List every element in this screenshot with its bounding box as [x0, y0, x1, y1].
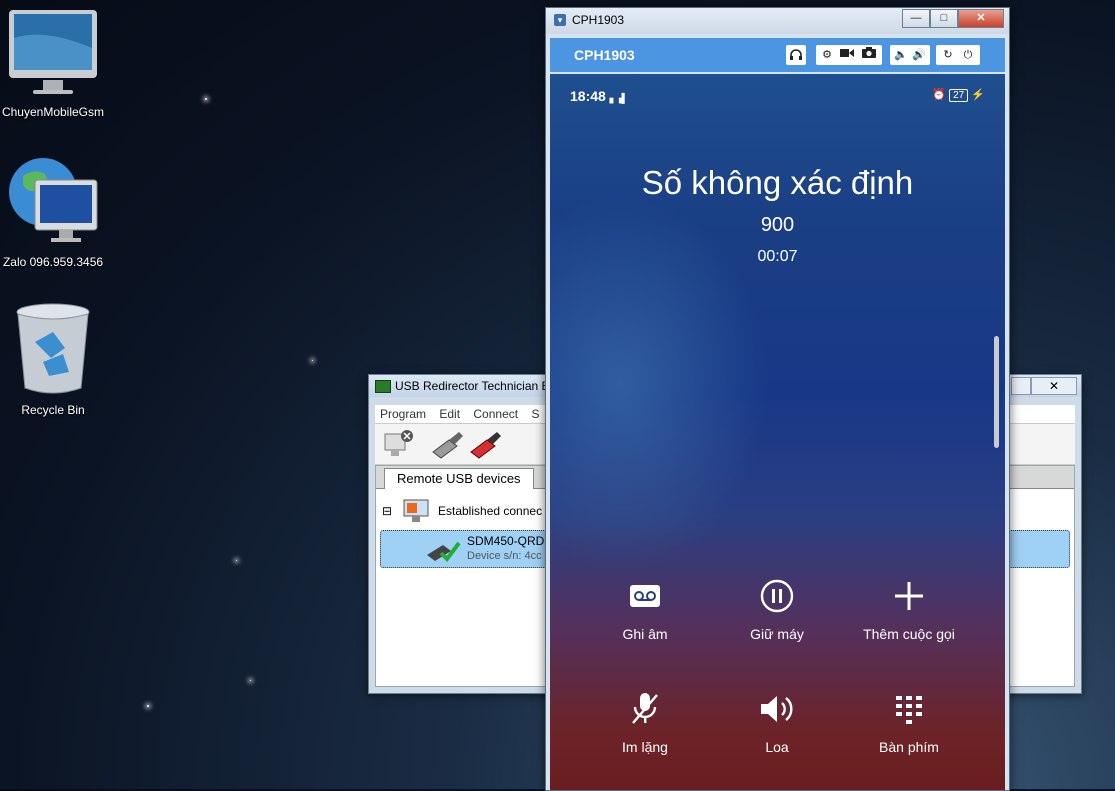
- desktop-icon-label: Zalo 096.959.3456: [2, 255, 104, 269]
- keypad-label: Bàn phím: [879, 739, 939, 755]
- mute-button[interactable]: Im lặng: [580, 689, 710, 755]
- system-control-group: ↻ ⏻: [936, 45, 980, 65]
- battery-icon: 27: [949, 89, 969, 102]
- disconnect-device-button[interactable]: [467, 428, 503, 460]
- record-button[interactable]: Ghi âm: [580, 576, 710, 642]
- speaker-icon: [712, 689, 842, 729]
- alarm-icon: ⏰: [932, 89, 947, 101]
- globe-monitor-icon: [9, 158, 98, 242]
- caller-number: 900: [760, 214, 795, 236]
- desktop-icon-recycle-bin[interactable]: Recycle Bin: [0, 302, 108, 417]
- battery-level: 27: [953, 90, 965, 101]
- desktop-icon-zalo[interactable]: Zalo 096.959.3456: [0, 154, 108, 269]
- hold-button[interactable]: Giữ máy: [712, 576, 842, 642]
- add-call-label: Thêm cuộc gọi: [863, 626, 955, 642]
- speaker-button[interactable]: Loa: [712, 689, 842, 755]
- signal-icon: ▖▗▌: [609, 93, 628, 103]
- charging-icon: ⚡: [971, 89, 985, 101]
- status-time: 18:48 ▖▗▌: [570, 88, 628, 104]
- maximize-button[interactable]: [1011, 377, 1031, 395]
- phone-screen[interactable]: 18:48 ▖▗▌ ⏰ 27 ⚡ Số không xác định 900 0…: [550, 74, 1005, 790]
- device-label: CPH1903: [574, 47, 635, 63]
- chevron-down-icon[interactable]: ▾: [554, 14, 566, 26]
- video-icon[interactable]: [836, 45, 858, 65]
- rotate-icon[interactable]: ↻: [938, 45, 958, 65]
- record-label: Ghi âm: [622, 626, 668, 642]
- volume-down-icon[interactable]: 🔈: [892, 45, 910, 65]
- phone-mirror-window[interactable]: ▾ CPH1903 — □ ✕ CPH1903 ⚙ 🔈 🔊 ↻ ⏻ 18:48 ▖▗…: [545, 7, 1010, 791]
- device-serial: Device s/n: 4cc: [467, 550, 542, 562]
- keypad-button[interactable]: Bàn phím: [844, 689, 974, 755]
- status-right: ⏰ 27 ⚡: [932, 88, 985, 102]
- usb-plug-gray-icon: [432, 432, 463, 459]
- star: [236, 560, 237, 561]
- camera-icon[interactable]: [858, 45, 880, 65]
- keypad-icon: [844, 689, 974, 729]
- star: [147, 705, 149, 707]
- phone-window-title: CPH1903: [572, 13, 625, 27]
- gear-icon[interactable]: ⚙: [818, 45, 836, 65]
- star: [250, 680, 251, 681]
- usb-plug-red-icon: [470, 432, 501, 459]
- plus-icon: [844, 576, 974, 616]
- star: [312, 360, 313, 361]
- mute-mic-icon: [580, 689, 710, 729]
- computer-remove-icon: [384, 430, 413, 456]
- menu-program[interactable]: Program: [375, 405, 431, 423]
- star: [205, 98, 207, 100]
- close-button[interactable]: ✕: [958, 9, 1004, 28]
- maximize-button[interactable]: □: [930, 9, 958, 28]
- caller-name: Số không xác định: [641, 164, 914, 201]
- hold-label: Giữ máy: [750, 626, 804, 642]
- add-call-button[interactable]: Thêm cuộc gọi: [844, 576, 974, 642]
- usb-connected-icon: [427, 541, 461, 563]
- close-button[interactable]: ✕: [1031, 377, 1077, 395]
- mute-label: Im lặng: [622, 739, 668, 755]
- tab-remote-usb-devices[interactable]: Remote USB devices: [384, 468, 534, 489]
- computer-icon: [403, 499, 429, 522]
- media-control-group: ⚙: [816, 45, 882, 65]
- call-duration: 00:07: [757, 248, 798, 265]
- scrollbar[interactable]: [994, 336, 999, 448]
- phone-control-bar: CPH1903 ⚙ 🔈 🔊 ↻ ⏻: [550, 38, 1005, 72]
- phone-window-titlebar[interactable]: ▾ CPH1903 — □ ✕: [546, 8, 1009, 34]
- menu-s[interactable]: S: [526, 405, 544, 423]
- speaker-label: Loa: [765, 739, 789, 755]
- recycle-bin-icon: [16, 303, 90, 394]
- disconnect-server-button[interactable]: [379, 428, 415, 460]
- tree-group-established[interactable]: Established connec: [438, 504, 542, 518]
- menu-edit[interactable]: Edit: [434, 405, 465, 423]
- desktop-icon-chuyenmobilegsm[interactable]: ChuyenMobileGsm: [0, 8, 108, 119]
- pause-icon: [712, 576, 842, 616]
- imac-icon: [9, 10, 97, 94]
- usb-window-title: USB Redirector Technician E: [395, 379, 550, 393]
- record-icon: [580, 576, 710, 616]
- volume-control-group: 🔈 🔊: [890, 45, 930, 65]
- desktop-icon-label: ChuyenMobileGsm: [1, 105, 105, 119]
- status-time-text: 18:48: [570, 88, 606, 104]
- desktop-icon-label: Recycle Bin: [21, 403, 85, 417]
- tree-expander[interactable]: ⊟: [382, 504, 392, 518]
- volume-up-icon[interactable]: 🔊: [910, 45, 928, 65]
- device-name: SDM450-QRD: [467, 534, 545, 548]
- usb-app-icon: [375, 380, 391, 393]
- headset-icon[interactable]: [786, 45, 806, 65]
- power-icon[interactable]: ⏻: [958, 45, 978, 65]
- connect-device-button[interactable]: [429, 428, 465, 460]
- minimize-button[interactable]: —: [902, 9, 930, 28]
- menu-connect[interactable]: Connect: [468, 405, 523, 423]
